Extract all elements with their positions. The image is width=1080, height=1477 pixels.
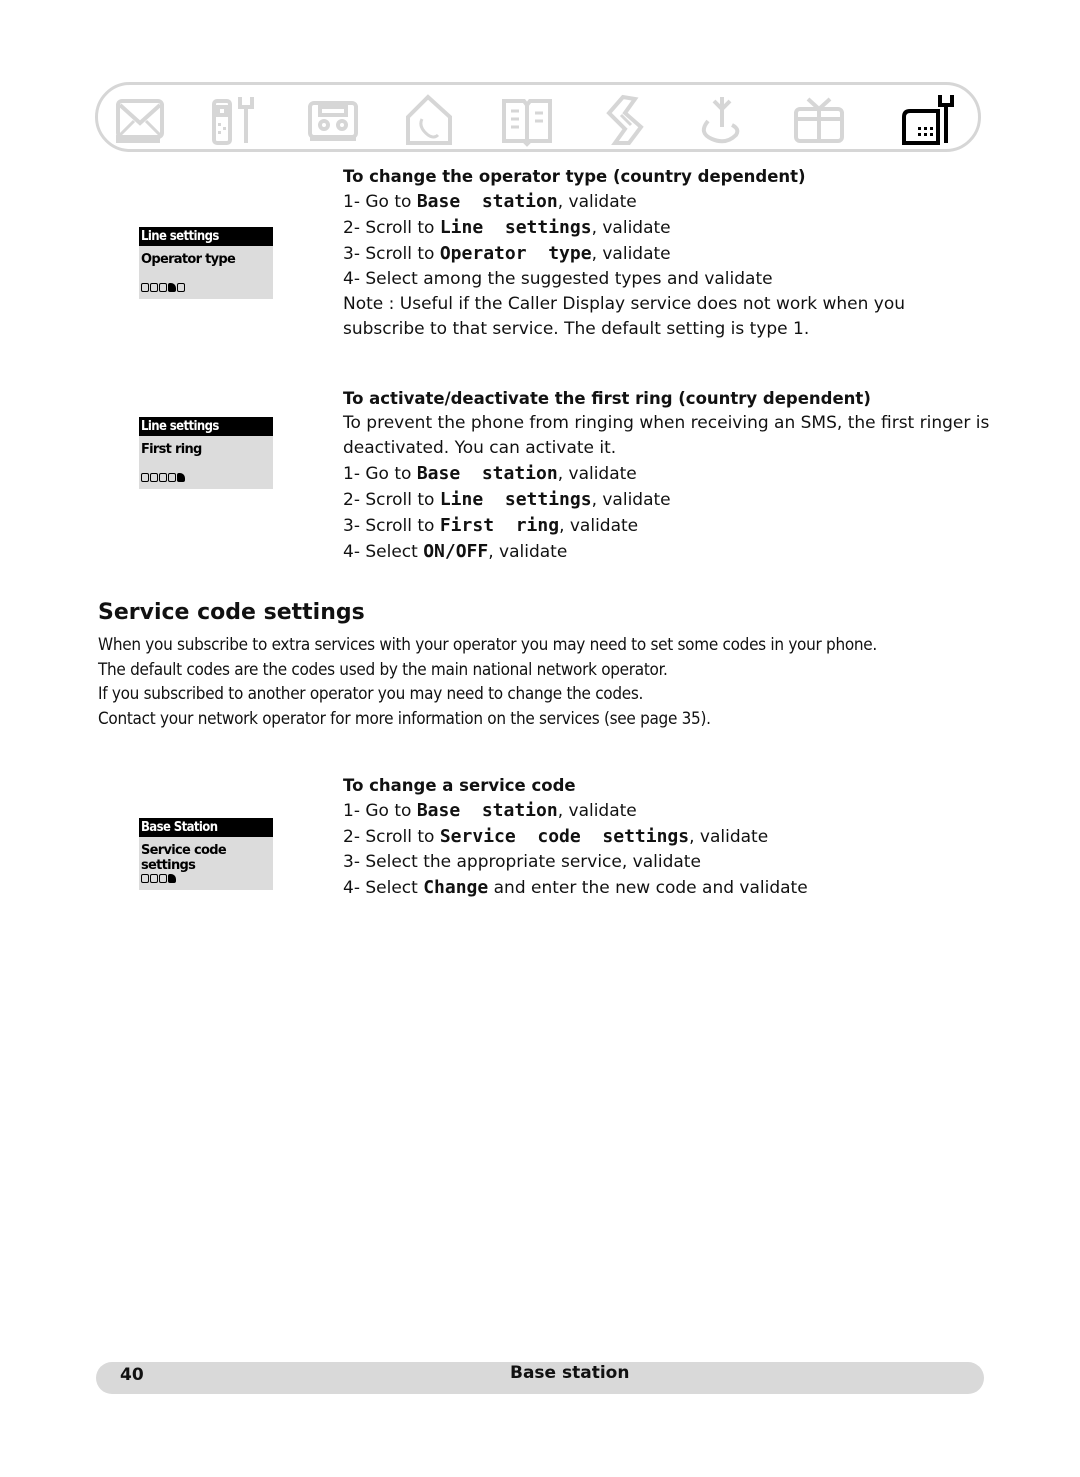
lcd-dot bbox=[168, 473, 176, 482]
lcd-title: Base Station bbox=[139, 818, 273, 837]
first-ring-section: To activate/deactivate the first ring (c… bbox=[343, 386, 989, 565]
scroll-icon bbox=[595, 91, 653, 149]
section-heading: To activate/deactivate the first ring (c… bbox=[343, 389, 871, 408]
paragraph: If you subscribed to another operator yo… bbox=[98, 684, 644, 704]
lcd-dot bbox=[159, 473, 167, 482]
page-section-title: Service code settings bbox=[98, 600, 365, 625]
lcd-screen-operator-type: Line settings Operator type bbox=[139, 227, 273, 299]
step-text: 1- Go to bbox=[343, 464, 417, 484]
step: 3- Scroll to First ring, validate bbox=[343, 513, 989, 539]
step-text: 1- Go to bbox=[343, 192, 417, 212]
menu-icon-bar bbox=[95, 82, 981, 152]
step: 4- Select Change and enter the new code … bbox=[343, 875, 808, 901]
menu-term: Base station bbox=[416, 800, 558, 821]
step-text: 1- Go to bbox=[343, 801, 417, 821]
step-text: 3- Scroll to bbox=[343, 244, 440, 264]
lcd-position-indicator bbox=[141, 874, 176, 885]
step: 2- Scroll to Line settings, validate bbox=[343, 487, 989, 513]
lcd-dot bbox=[150, 874, 158, 883]
menu-term: Service code settings bbox=[439, 826, 690, 847]
step-text: 4- Select among the suggested types and … bbox=[343, 269, 773, 289]
base-station-tools-icon bbox=[898, 91, 956, 149]
paragraph: Contact your network operator for more i… bbox=[98, 708, 711, 729]
menu-term: Line settings bbox=[439, 217, 592, 238]
step: 3- Scroll to Operator type, validate bbox=[343, 241, 905, 267]
menu-term: Base station bbox=[416, 191, 558, 212]
book-icon bbox=[498, 91, 556, 149]
lcd-dot bbox=[150, 283, 158, 292]
lcd-item: First ring bbox=[141, 442, 202, 457]
lcd-dot bbox=[150, 473, 158, 482]
operator-type-section: To change the operator type (country dep… bbox=[343, 164, 905, 342]
lcd-position-indicator bbox=[141, 473, 185, 484]
paragraph: The default codes are the codes used by … bbox=[98, 659, 668, 680]
menu-term: First ring bbox=[439, 515, 560, 536]
step-text: , validate bbox=[591, 244, 671, 264]
menu-term: Base station bbox=[416, 463, 558, 484]
step: 1- Go to Base station, validate bbox=[343, 189, 905, 215]
lcd-dot-active bbox=[168, 874, 176, 883]
step: 2- Scroll to Line settings, validate bbox=[343, 215, 905, 241]
step: 3- Select the appropriate service, valid… bbox=[343, 850, 808, 875]
service-code-description: When you subscribe to extra services wit… bbox=[98, 633, 958, 731]
menu-term: Operator type bbox=[439, 243, 592, 264]
gift-icon bbox=[790, 91, 848, 149]
step: 4- Select among the suggested types and … bbox=[343, 267, 905, 292]
step-text: 4- Select bbox=[343, 878, 424, 898]
note: subscribe to that service. The default s… bbox=[343, 319, 810, 339]
lcd-dot bbox=[177, 283, 185, 292]
change-service-code-section: To change a service code 1- Go to Base s… bbox=[343, 773, 808, 901]
cassette-icon bbox=[304, 91, 362, 149]
step-text: , validate bbox=[591, 490, 671, 510]
step-text: , validate bbox=[559, 516, 639, 536]
step-text: 2- Scroll to bbox=[343, 218, 440, 238]
step-text: , validate bbox=[689, 827, 769, 847]
lcd-item: Operator type bbox=[141, 252, 236, 267]
intro-text: To prevent the phone from ringing when r… bbox=[343, 413, 990, 433]
step-text: 3- Select the appropriate service, valid… bbox=[343, 852, 701, 872]
lcd-title: Line settings bbox=[139, 227, 273, 246]
step-text: 2- Scroll to bbox=[343, 490, 440, 510]
menu-term: Line settings bbox=[439, 489, 592, 510]
step-text: , validate bbox=[557, 464, 637, 484]
lcd-dot-active bbox=[177, 473, 185, 482]
lcd-dot bbox=[141, 473, 149, 482]
section-heading: To change a service code bbox=[343, 776, 576, 795]
step-text: 4- Select bbox=[343, 542, 424, 562]
page-footer: 40 Base station bbox=[96, 1362, 984, 1394]
menu-term: Change bbox=[423, 877, 489, 898]
lcd-dot bbox=[159, 283, 167, 292]
lcd-title: Line settings bbox=[139, 417, 273, 436]
lcd-dot-active bbox=[168, 283, 176, 292]
menu-term: ON/OFF bbox=[423, 541, 489, 562]
lcd-screen-service-code: Base Station Service code settings bbox=[139, 818, 273, 890]
lcd-position-indicator bbox=[141, 283, 185, 294]
step-text: , validate bbox=[557, 801, 637, 821]
note: Note : Useful if the Caller Display serv… bbox=[343, 294, 906, 314]
step-text: 3- Scroll to bbox=[343, 516, 440, 536]
lcd-item: Service code settings bbox=[141, 843, 227, 873]
step-text: and enter the new code and validate bbox=[488, 878, 808, 898]
step-text: , validate bbox=[488, 542, 568, 562]
antenna-icon bbox=[692, 91, 750, 149]
paragraph: When you subscribe to extra services wit… bbox=[98, 635, 877, 655]
step-text: 2- Scroll to bbox=[343, 827, 440, 847]
lcd-dot bbox=[141, 283, 149, 292]
handset-tools-icon bbox=[206, 91, 264, 149]
step-text: , validate bbox=[557, 192, 637, 212]
section-heading: To change the operator type (country dep… bbox=[343, 167, 806, 186]
lcd-dot bbox=[159, 874, 167, 883]
step: 4- Select ON/OFF, validate bbox=[343, 539, 989, 565]
house-phone-icon bbox=[400, 91, 458, 149]
envelope-icon bbox=[112, 91, 170, 149]
step: 2- Scroll to Service code settings, vali… bbox=[343, 824, 808, 850]
footer-section-title: Base station bbox=[510, 1363, 630, 1383]
intro-text: deactivated. You can activate it. bbox=[343, 438, 617, 458]
page-number: 40 bbox=[120, 1365, 144, 1385]
lcd-screen-first-ring: Line settings First ring bbox=[139, 417, 273, 489]
step: 1- Go to Base station, validate bbox=[343, 798, 808, 824]
step: 1- Go to Base station, validate bbox=[343, 461, 989, 487]
lcd-dot bbox=[141, 874, 149, 883]
step-text: , validate bbox=[591, 218, 671, 238]
